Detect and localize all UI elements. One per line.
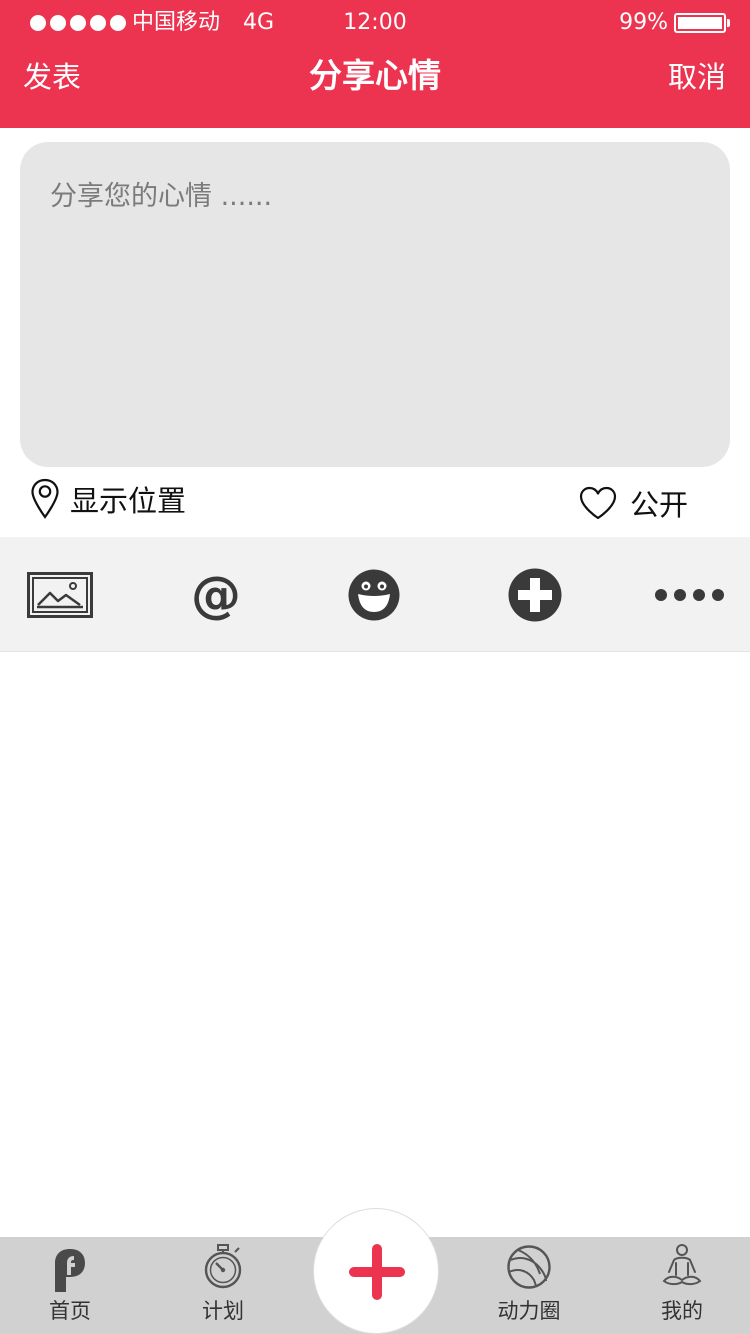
mention-button[interactable]: @ — [188, 567, 244, 623]
image-button[interactable] — [26, 567, 94, 623]
tab-circle[interactable]: 动力圈 — [474, 1237, 584, 1334]
location-label: 显示位置 — [70, 484, 187, 518]
attachment-toolbar: @ — [0, 537, 750, 652]
show-location-toggle[interactable]: 显示位置 — [30, 478, 186, 520]
meditation-person-icon — [662, 1244, 702, 1286]
plus-circle-icon — [508, 568, 562, 622]
tab-home[interactable]: 首页 — [15, 1237, 125, 1334]
home-logo-icon — [55, 1249, 85, 1292]
battery-icon — [674, 13, 726, 33]
tab-plan-label: 计划 — [202, 1299, 244, 1323]
heart-icon — [579, 486, 617, 520]
stopwatch-icon — [204, 1244, 242, 1289]
options-row: 显示位置 公开 — [0, 470, 750, 536]
battery-tip — [727, 19, 730, 27]
center-add-button[interactable] — [313, 1208, 439, 1334]
visibility-toggle[interactable]: 公开 — [578, 482, 688, 524]
at-icon: @ — [191, 566, 241, 624]
page-title: 分享心情 — [309, 56, 441, 95]
visibility-label: 公开 — [630, 488, 689, 522]
tab-me-label: 我的 — [661, 1299, 703, 1323]
location-pin-icon — [31, 478, 59, 519]
status-bar: 中国移动 4G 12:00 99% — [0, 0, 750, 46]
image-icon — [27, 572, 93, 618]
tab-plan[interactable]: 计划 — [168, 1237, 278, 1334]
battery-percentage: 99% — [619, 10, 668, 35]
more-icon — [655, 589, 724, 601]
tab-me[interactable]: 我的 — [627, 1237, 737, 1334]
emoji-button[interactable] — [346, 567, 402, 623]
tab-home-label: 首页 — [49, 1299, 91, 1323]
tab-circle-label: 动力圈 — [497, 1299, 561, 1323]
emoji-icon — [348, 569, 400, 621]
cancel-button[interactable]: 取消 — [668, 58, 726, 96]
mood-textarea[interactable] — [20, 142, 730, 467]
add-more-button[interactable] — [506, 567, 564, 623]
header: 中国移动 4G 12:00 99% 发表 分享心情 取消 — [0, 0, 750, 128]
plus-icon-vertical — [372, 1244, 382, 1300]
more-options-button[interactable] — [652, 567, 728, 623]
ball-icon — [507, 1245, 551, 1289]
